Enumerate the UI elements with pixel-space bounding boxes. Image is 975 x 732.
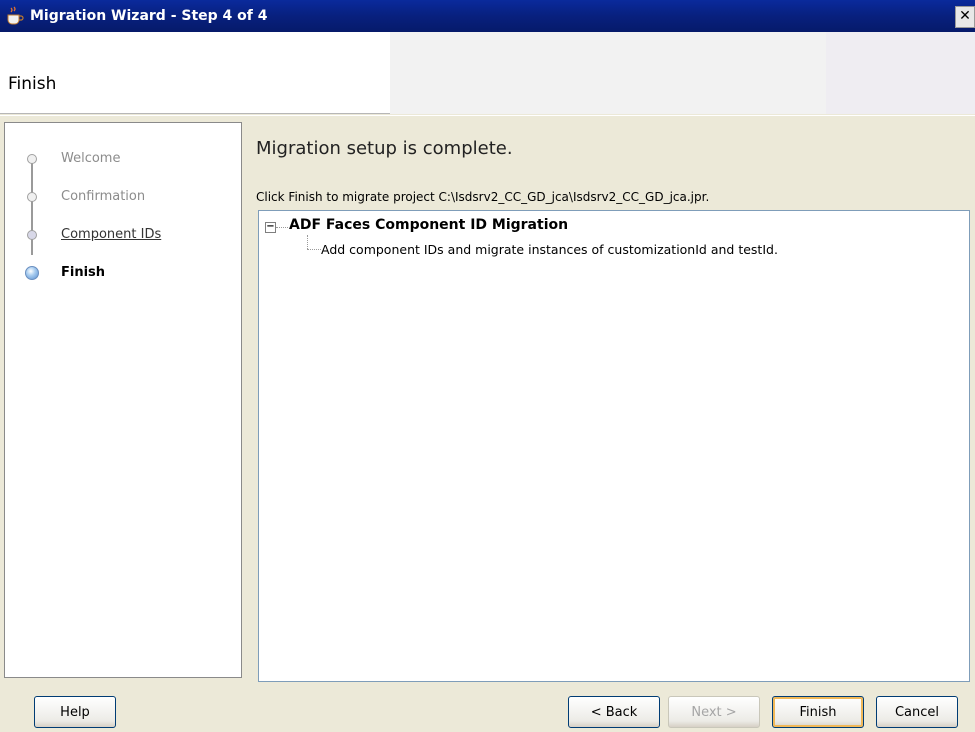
window-titlebar: Migration Wizard - Step 4 of 4 ✕ [0, 0, 975, 32]
cancel-button[interactable]: Cancel [876, 696, 958, 728]
finish-button-label: Finish [799, 704, 837, 720]
close-icon: ✕ [959, 8, 971, 24]
next-button[interactable]: Next > [668, 696, 760, 728]
nav-item-label: Finish [61, 265, 106, 280]
step-bullet-icon [27, 230, 37, 240]
step-bullet-icon [27, 192, 37, 202]
nav-item-welcome[interactable]: Welcome [5, 141, 241, 177]
nav-item-label: Confirmation [61, 189, 146, 204]
back-button-label: < Back [590, 704, 638, 720]
content-description: Click Finish to migrate project C:\Isdsr… [256, 190, 710, 204]
nav-item-label: Component IDs [61, 227, 162, 242]
close-button[interactable]: ✕ [955, 6, 975, 28]
tree-node-child[interactable]: Add component IDs and migrate instances … [321, 242, 778, 257]
content-heading: Migration setup is complete. [256, 138, 513, 159]
nav-item-confirmation[interactable]: Confirmation [5, 179, 241, 215]
wizard-footer: Help < Back Next > Finish Cancel [0, 686, 975, 732]
help-button-label: Help [60, 704, 90, 720]
cancel-button-label: Cancel [894, 704, 940, 720]
tree-node-root[interactable]: ADF Faces Component ID Migration [289, 217, 568, 233]
header-band [390, 32, 826, 114]
header-band-right [826, 32, 975, 114]
current-step-icon [25, 266, 39, 280]
nav-item-label: Welcome [61, 151, 121, 166]
back-button[interactable]: < Back [568, 696, 660, 728]
nav-item-finish[interactable]: Finish [5, 255, 241, 291]
page-title: Finish [8, 74, 57, 94]
step-navigation: Welcome Confirmation Component IDs Finis… [4, 122, 242, 678]
wizard-header: Finish [0, 32, 975, 114]
migration-tree[interactable]: − ADF Faces Component ID Migration Add c… [258, 210, 970, 682]
tree-connector [307, 235, 308, 249]
nav-item-component-ids[interactable]: Component IDs [5, 217, 241, 253]
window-title: Migration Wizard - Step 4 of 4 [30, 8, 268, 24]
help-button[interactable]: Help [34, 696, 116, 728]
finish-button[interactable]: Finish [772, 696, 864, 728]
collapse-icon[interactable]: − [265, 222, 276, 233]
next-button-label: Next > [691, 704, 737, 720]
tree-connector [276, 227, 288, 228]
coffee-cup-icon [7, 6, 24, 25]
tree-connector [307, 249, 321, 250]
step-bullet-icon [27, 154, 37, 164]
